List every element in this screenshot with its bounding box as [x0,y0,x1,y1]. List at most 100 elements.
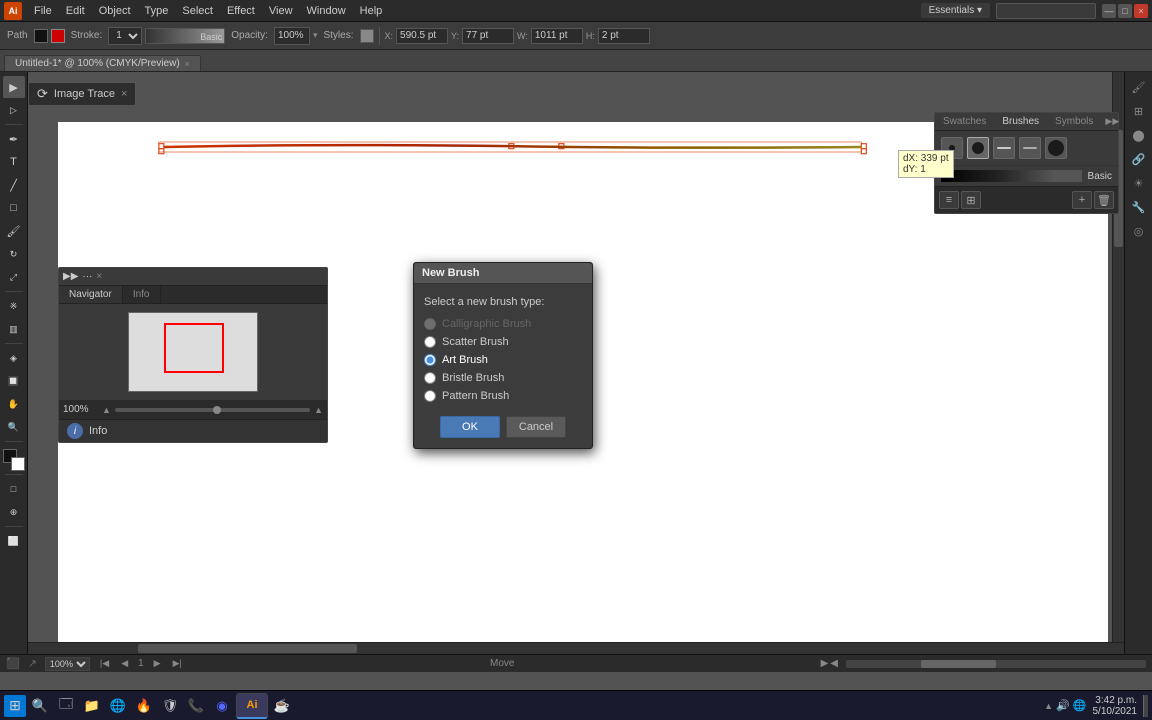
nav-prev-btn[interactable]: ◀ [119,658,130,669]
status-icon-1: ⬛ [6,657,20,670]
scatter-radio[interactable] [424,336,436,348]
maximize-button[interactable]: □ [1118,4,1132,18]
menu-view[interactable]: View [263,3,299,19]
menu-effect[interactable]: Effect [221,3,261,19]
scale-tool[interactable]: ⤢ [3,266,25,288]
zoom-select[interactable]: 100%50%200% [45,657,90,671]
stroke-color-swatch[interactable] [34,29,48,43]
taskbar-java-icon[interactable]: ☕ [270,694,294,718]
nav-last-btn[interactable]: ▶| [171,658,184,669]
bristle-radio[interactable] [424,372,436,384]
taskbar-clock[interactable]: 3:42 p.m. 5/10/2021 [1093,695,1138,717]
network-icon[interactable]: 🌐 [1073,699,1087,712]
right-panel-btn-7[interactable]: ◎ [1128,220,1150,242]
menu-object[interactable]: Object [93,3,137,19]
taskbar-illustrator-icon[interactable]: Ai [236,693,268,719]
paintbucket-tool[interactable]: ◈ [3,347,25,369]
nav-first-btn[interactable]: |◀ [98,658,111,669]
right-panel-btn-3[interactable]: ⬤ [1128,124,1150,146]
taskbar-firefox-icon[interactable]: 🔥 [132,694,156,718]
taskbar-teams-icon[interactable]: ◉ [210,694,234,718]
line-tool[interactable]: ╱ [3,174,25,196]
left-toolbox: ▶ ▷ ✒ T ╱ □ 🖌 ↻ ⤢ ※ ▥ ◈ 🔲 ✋ 🔍 □ ⊕ ⬜ [0,72,28,654]
rect-tool[interactable]: □ [3,197,25,219]
ai-search-box[interactable] [996,3,1096,19]
calligraphic-brush-option[interactable]: Calligraphic Brush [424,318,582,330]
menu-help[interactable]: Help [354,3,389,19]
play-btn[interactable]: ▶ [821,658,829,669]
status-bar: ⬛ ↗ 100%50%200% |◀ ◀ 1 ▶ ▶| Move ▶ ◀ [0,654,1152,672]
artboard-tool[interactable]: ⬜ [3,530,25,552]
calligraphic-radio[interactable] [424,318,436,330]
tab-close-icon[interactable]: × [185,59,190,69]
opacity-input[interactable] [274,27,310,45]
menu-type[interactable]: Type [139,3,175,19]
taskbar-explorer-icon[interactable]: 📁 [80,694,104,718]
page-number: 1 [138,658,144,669]
close-button[interactable]: × [1134,4,1148,18]
styles-swatch [360,29,374,43]
dialog-buttons: OK Cancel [424,416,582,438]
hand-tool[interactable]: ✋ [3,393,25,415]
prev-frame-btn[interactable]: ◀ [830,658,838,669]
menu-window[interactable]: Window [301,3,352,19]
right-panel-btn-4[interactable]: 🔗 [1128,148,1150,170]
menu-file[interactable]: File [28,3,58,19]
taskbar-search-icon[interactable]: 🔍 [28,694,52,718]
dialog-title: New Brush [422,267,479,279]
rotate-tool[interactable]: ↻ [3,243,25,265]
right-panel-btn-2[interactable]: ⊞ [1128,100,1150,122]
document-tab[interactable]: Untitled-1* @ 100% (CMYK/Preview) × [4,55,201,71]
background-color[interactable] [11,457,25,471]
type-tool[interactable]: T [3,151,25,173]
fill-color-swatch[interactable] [51,29,65,43]
workspace-selector[interactable]: Essentials ▾ [921,3,990,18]
stroke-preview [145,28,225,44]
windows-start-btn[interactable]: ⊞ [4,695,26,717]
taskbar-browser-icon[interactable]: 🌐 [106,694,130,718]
volume-icon[interactable]: 🔊 [1056,699,1070,712]
symbol-tool[interactable]: ※ [3,295,25,317]
normal-mode-btn[interactable]: □ [3,478,25,500]
new-brush-dialog: New Brush Select a new brush type: Calli… [413,262,593,449]
zoom-tool[interactable]: 🔍 [3,416,25,438]
h-scroll-thumb [921,660,996,668]
select-tool[interactable]: ▶ [3,76,25,98]
right-panel-btn-6[interactable]: 🔧 [1128,196,1150,218]
pattern-radio[interactable] [424,390,436,402]
h-label: H: [586,31,595,41]
stroke-weight-select[interactable]: 123 [108,27,142,45]
status-icon-2: ↗ [28,657,37,670]
canvas-area[interactable]: ⟳ Image Trace × [28,72,1124,654]
taskbar-phone-icon[interactable]: 📞 [184,694,208,718]
draw-inside-btn[interactable]: ⊕ [3,501,25,523]
column-graph-tool[interactable]: ▥ [3,318,25,340]
pattern-brush-option[interactable]: Pattern Brush [424,390,582,402]
bristle-brush-option[interactable]: Bristle Brush [424,372,582,384]
nav-next-btn[interactable]: ▶ [152,658,163,669]
taskbar-antivirus-icon[interactable]: 🛡 [158,694,182,718]
right-panel-btn-5[interactable]: ☀ [1128,172,1150,194]
styles-label: Styles: [320,30,356,41]
bristle-label: Bristle Brush [442,372,504,384]
right-panels: 🖌 ⊞ ⬤ 🔗 ☀ 🔧 ◎ [1124,72,1152,654]
menu-select[interactable]: Select [176,3,219,19]
scatter-label: Scatter Brush [442,336,509,348]
taskbar-task-view-icon[interactable]: 🗔 [54,694,78,718]
minimize-button[interactable]: — [1102,4,1116,18]
pen-tool[interactable]: ✒ [3,128,25,150]
direct-select-tool[interactable]: ▷ [3,99,25,121]
ok-button[interactable]: OK [440,416,500,438]
cancel-button[interactable]: Cancel [506,416,566,438]
h-scroll-bar[interactable] [846,660,1146,668]
tray-icon-1: ▲ [1044,701,1053,711]
art-radio[interactable] [424,354,436,366]
brush-tool[interactable]: 🖌 [3,220,25,242]
show-desktop-btn[interactable] [1143,695,1148,717]
color-box[interactable] [3,449,25,471]
eyedropper-tool[interactable]: 🔲 [3,370,25,392]
menu-edit[interactable]: Edit [60,3,91,19]
art-brush-option[interactable]: Art Brush [424,354,582,366]
scatter-brush-option[interactable]: Scatter Brush [424,336,582,348]
right-panel-btn-1[interactable]: 🖌 [1128,76,1150,98]
